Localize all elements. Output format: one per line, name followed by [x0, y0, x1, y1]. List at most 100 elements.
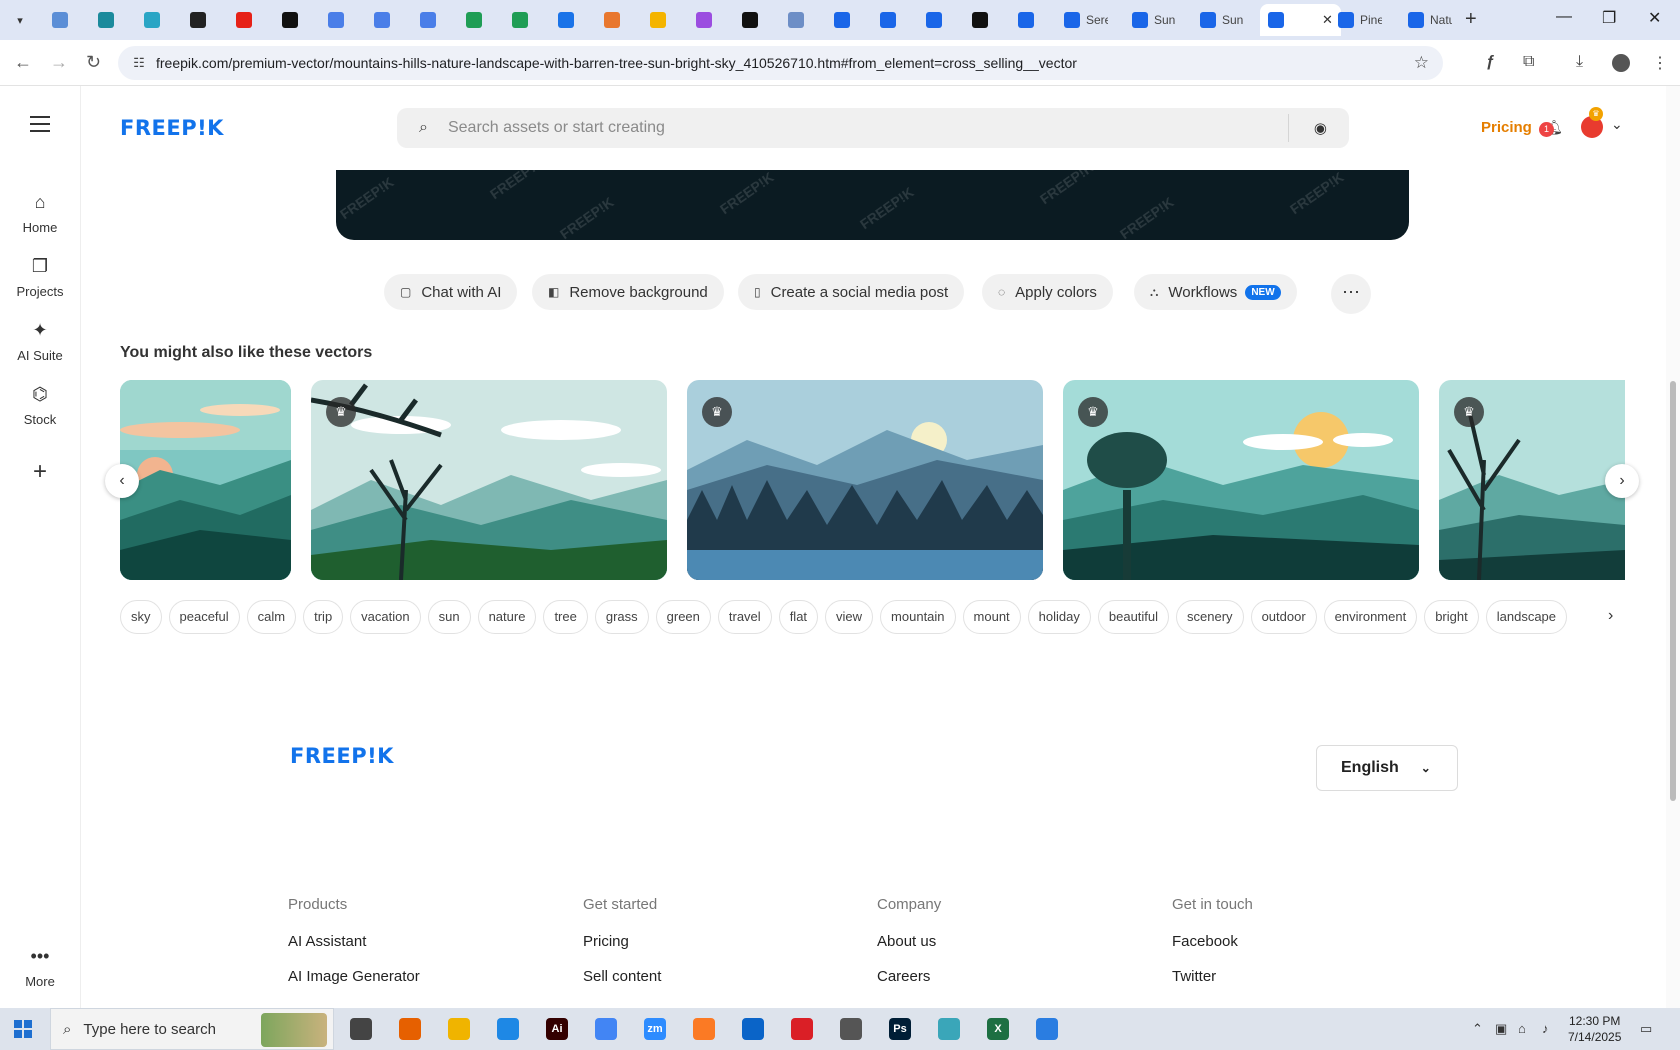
- pricing-link[interactable]: Pricing: [1481, 119, 1532, 136]
- create-social-post-button[interactable]: ▯ Create a social media post: [738, 274, 965, 310]
- tag-chip[interactable]: sun: [427, 600, 471, 634]
- photoshop-icon[interactable]: Ps: [889, 1018, 911, 1040]
- tag-chip[interactable]: vacation: [350, 600, 421, 634]
- footer-link[interactable]: Careers: [877, 968, 941, 985]
- tray-chevron-icon[interactable]: ⌃: [1472, 1021, 1483, 1037]
- reload-icon[interactable]: ↻: [86, 52, 101, 73]
- windows-start-icon[interactable]: [14, 1020, 32, 1038]
- tag-chip[interactable]: view: [825, 600, 874, 634]
- search-bar[interactable]: ⌕ Search assets or start creating ◉: [397, 108, 1349, 148]
- language-selector[interactable]: English ⌄: [1316, 745, 1458, 791]
- footer-link[interactable]: Facebook: [1172, 933, 1253, 950]
- minimize-icon[interactable]: —: [1556, 8, 1572, 26]
- chat-with-ai-button[interactable]: ▢ Chat with AI: [384, 274, 518, 310]
- tag-chip[interactable]: calm: [246, 600, 297, 634]
- sidebar-item-ai-suite[interactable]: ✦ AI Suite: [0, 320, 80, 363]
- footer-link[interactable]: About us: [877, 933, 941, 950]
- profile-avatar[interactable]: [1612, 54, 1630, 72]
- related-card[interactable]: ♛: [311, 380, 667, 580]
- browser-tab[interactable]: Sun: [1192, 4, 1252, 36]
- sidebar-item-stock[interactable]: ⌬ Stock: [0, 384, 80, 427]
- add-button[interactable]: +: [0, 458, 80, 486]
- chevron-down-icon[interactable]: ⌄: [1611, 116, 1623, 133]
- tab-search-button[interactable]: ▾: [8, 8, 32, 32]
- tray-app-icon[interactable]: ▣: [1495, 1021, 1507, 1037]
- outlook-icon[interactable]: [742, 1018, 764, 1040]
- task-view-icon[interactable]: [350, 1018, 372, 1040]
- tag-chip[interactable]: mount: [962, 600, 1021, 634]
- paint-icon[interactable]: [1036, 1018, 1058, 1040]
- volume-icon[interactable]: ♪: [1542, 1021, 1549, 1036]
- carousel-next-button[interactable]: ›: [1605, 464, 1639, 498]
- browser-tab[interactable]: Sere: [1056, 4, 1116, 36]
- hamburger-menu-icon[interactable]: [30, 116, 50, 137]
- bookmark-star-icon[interactable]: ☆: [1414, 53, 1429, 73]
- font-extension-icon[interactable]: ƒ: [1486, 53, 1495, 71]
- related-card[interactable]: ♛: [1439, 380, 1625, 580]
- tag-chip[interactable]: travel: [717, 600, 772, 634]
- site-info-icon[interactable]: ☷: [124, 55, 154, 71]
- omnibox[interactable]: ☷ freepik.com/premium-vector/mountains-h…: [118, 46, 1443, 80]
- tag-chip[interactable]: scenery: [1176, 600, 1244, 634]
- tag-chip[interactable]: sky: [120, 600, 162, 634]
- carousel-prev-button[interactable]: ‹: [105, 464, 139, 498]
- tag-chip[interactable]: beautiful: [1097, 600, 1170, 634]
- page-scrollbar[interactable]: [1666, 86, 1680, 1008]
- tag-chip[interactable]: mountain: [880, 600, 956, 634]
- browser-tab[interactable]: ✕: [1260, 4, 1341, 36]
- taskbar-search-input[interactable]: Type here to search: [83, 1021, 216, 1038]
- illustrator-icon[interactable]: Ai: [546, 1018, 568, 1040]
- tag-chip[interactable]: flat: [778, 600, 819, 634]
- more-actions-button[interactable]: ⋯: [1331, 274, 1371, 314]
- footer-link[interactable]: Pricing: [583, 933, 661, 950]
- scrollbar-thumb[interactable]: [1670, 381, 1676, 801]
- sidebar-item-home[interactable]: ⌂ Home: [0, 192, 80, 235]
- url-text[interactable]: freepik.com/premium-vector/mountains-hil…: [156, 55, 1077, 71]
- tag-chip[interactable]: environment: [1323, 600, 1418, 634]
- tag-chip[interactable]: tree: [543, 600, 588, 634]
- apply-colors-button[interactable]: ◌ Apply colors: [982, 274, 1113, 310]
- related-card[interactable]: ♛: [687, 380, 1043, 580]
- freepik-logo[interactable]: FREEP!K: [120, 116, 224, 140]
- tag-chip[interactable]: bright: [1424, 600, 1479, 634]
- firefox-icon[interactable]: [399, 1018, 421, 1040]
- new-tab-button[interactable]: +: [1465, 8, 1477, 31]
- system-clock[interactable]: 12:30 PM 7/14/2025: [1568, 1013, 1621, 1045]
- zoom-icon[interactable]: zm: [644, 1018, 666, 1040]
- extensions-icon[interactable]: ⧉: [1523, 53, 1534, 71]
- vscode-icon[interactable]: [497, 1018, 519, 1040]
- footer-freepik-logo[interactable]: FREEP!K: [290, 744, 394, 768]
- workflows-button[interactable]: ⛬ Workflows NEW: [1134, 274, 1297, 310]
- tag-chip[interactable]: nature: [477, 600, 537, 634]
- download-icon[interactable]: ⤓: [1576, 53, 1583, 71]
- pen-tool-icon[interactable]: [840, 1018, 862, 1040]
- sidebar-item-more[interactable]: ••• More: [0, 946, 80, 989]
- remove-background-button[interactable]: ◧ Remove background: [532, 274, 724, 310]
- tag-chip[interactable]: peaceful: [168, 600, 240, 634]
- user-avatar[interactable]: ♛: [1581, 107, 1603, 138]
- footer-link[interactable]: Sell content: [583, 968, 661, 985]
- notifications-button[interactable]: 🔔︎ 1: [1539, 118, 1563, 138]
- tag-chip[interactable]: green: [655, 600, 711, 634]
- xampp-icon[interactable]: [693, 1018, 715, 1040]
- search-input[interactable]: Search assets or start creating: [448, 119, 665, 137]
- taskbar-search[interactable]: ⌕ Type here to search: [50, 1008, 334, 1050]
- tag-chip[interactable]: holiday: [1027, 600, 1091, 634]
- footer-link[interactable]: Twitter: [1172, 968, 1253, 985]
- related-card[interactable]: ♛: [1063, 380, 1419, 580]
- creative-cloud-icon[interactable]: [791, 1018, 813, 1040]
- chrome-icon[interactable]: [595, 1018, 617, 1040]
- browser-tab[interactable]: Pine: [1330, 4, 1390, 36]
- tag-chip[interactable]: grass: [594, 600, 649, 634]
- browser-tab[interactable]: Natu: [1400, 4, 1460, 36]
- footer-link[interactable]: AI Image Generator: [288, 968, 420, 985]
- chrome-menu-icon[interactable]: ⋮: [1652, 53, 1668, 73]
- excel-icon[interactable]: X: [987, 1018, 1009, 1040]
- tag-chip[interactable]: landscape: [1485, 600, 1568, 634]
- tag-chip[interactable]: trip: [303, 600, 344, 634]
- file-explorer-icon[interactable]: [448, 1018, 470, 1040]
- back-icon[interactable]: ←: [14, 52, 32, 73]
- camera-search-icon[interactable]: ◉: [1314, 119, 1327, 137]
- main-asset-preview[interactable]: FREEP!K FREEP!K FREEP!K FREEP!K FREEP!K …: [336, 170, 1409, 240]
- related-card[interactable]: [120, 380, 291, 580]
